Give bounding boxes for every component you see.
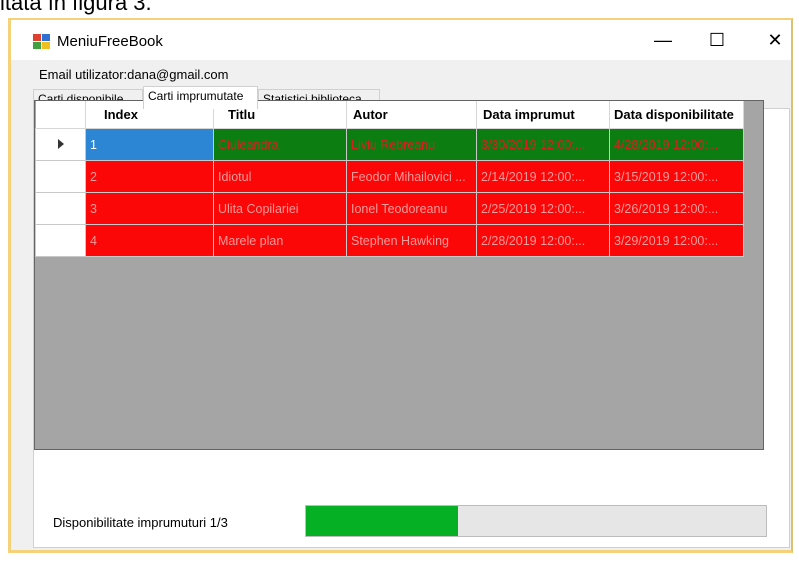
table-row[interactable]: 4 Marele plan Stephen Hawking 2/28/2019 … (35, 224, 744, 257)
tab-carti-imprumutate[interactable]: Carti imprumutate (143, 86, 258, 109)
table-row[interactable]: 1 Ciuleandra Liviu Rebreanu 3/30/2019 12… (35, 128, 744, 161)
cell-data-disponibilitate[interactable]: 3/26/2019 12:00:... (609, 192, 744, 225)
column-header-data-imprumut[interactable]: Data imprumut (476, 101, 610, 129)
row-header-corner (35, 101, 86, 129)
cell-index[interactable]: 2 (85, 160, 214, 193)
row-header[interactable] (35, 224, 86, 257)
cell-data-imprumut[interactable]: 2/14/2019 12:00:... (476, 160, 610, 193)
cell-data-imprumut[interactable]: 2/25/2019 12:00:... (476, 192, 610, 225)
progress-label: Disponibilitate imprumuturi 1/3 (53, 515, 228, 530)
cell-autor[interactable]: Ionel Teodoreanu (346, 192, 477, 225)
table-row[interactable]: 3 Ulita Copilariei Ionel Teodoreanu 2/25… (35, 192, 744, 225)
cell-index[interactable]: 1 (85, 128, 214, 161)
column-header-data-disponibilitate[interactable]: Data disponibilitate (609, 101, 744, 129)
column-header-autor[interactable]: Autor (346, 101, 477, 129)
table-row[interactable]: 2 Idiotul Feodor Mihailovici ... 2/14/20… (35, 160, 744, 193)
cell-titlu[interactable]: Marele plan (213, 224, 347, 257)
availability-progress-bar (305, 505, 767, 537)
user-email-label: Email utilizator:dana@gmail.com (39, 67, 229, 82)
cell-data-disponibilitate[interactable]: 3/15/2019 12:00:... (609, 160, 744, 193)
cell-data-imprumut[interactable]: 3/30/2019 12:00:... (476, 128, 610, 161)
cell-autor[interactable]: Stephen Hawking (346, 224, 477, 257)
cell-titlu[interactable]: Ciuleandra (213, 128, 347, 161)
cell-titlu[interactable]: Ulita Copilariei (213, 192, 347, 225)
grid-header-row: Index Titlu Autor Data imprumut Data dis… (35, 101, 744, 129)
close-button[interactable]: ✕ (755, 26, 795, 54)
row-header[interactable] (35, 160, 86, 193)
cell-titlu[interactable]: Idiotul (213, 160, 347, 193)
current-row-arrow-icon (57, 138, 64, 149)
row-header[interactable] (35, 192, 86, 225)
borrowed-books-grid[interactable]: Index Titlu Autor Data imprumut Data dis… (34, 100, 764, 450)
cell-index[interactable]: 3 (85, 192, 214, 225)
cell-data-disponibilitate[interactable]: 4/28/2019 12:00:... (609, 128, 744, 161)
title-bar[interactable]: MeniuFreeBook — ☐ ✕ (11, 20, 791, 60)
progress-fill (306, 506, 458, 536)
window-title: MeniuFreeBook (57, 33, 163, 50)
cell-index[interactable]: 4 (85, 224, 214, 257)
cell-data-disponibilitate[interactable]: 3/29/2019 12:00:... (609, 224, 744, 257)
maximize-button[interactable]: ☐ (697, 26, 737, 54)
cell-data-imprumut[interactable]: 2/28/2019 12:00:... (476, 224, 610, 257)
background-caption-text: itată în figura 3. (0, 0, 152, 15)
minimize-button[interactable]: — (643, 26, 683, 54)
row-header[interactable] (35, 128, 86, 161)
cell-autor[interactable]: Liviu Rebreanu (346, 128, 477, 161)
app-icon (33, 34, 50, 49)
cell-autor[interactable]: Feodor Mihailovici ... (346, 160, 477, 193)
